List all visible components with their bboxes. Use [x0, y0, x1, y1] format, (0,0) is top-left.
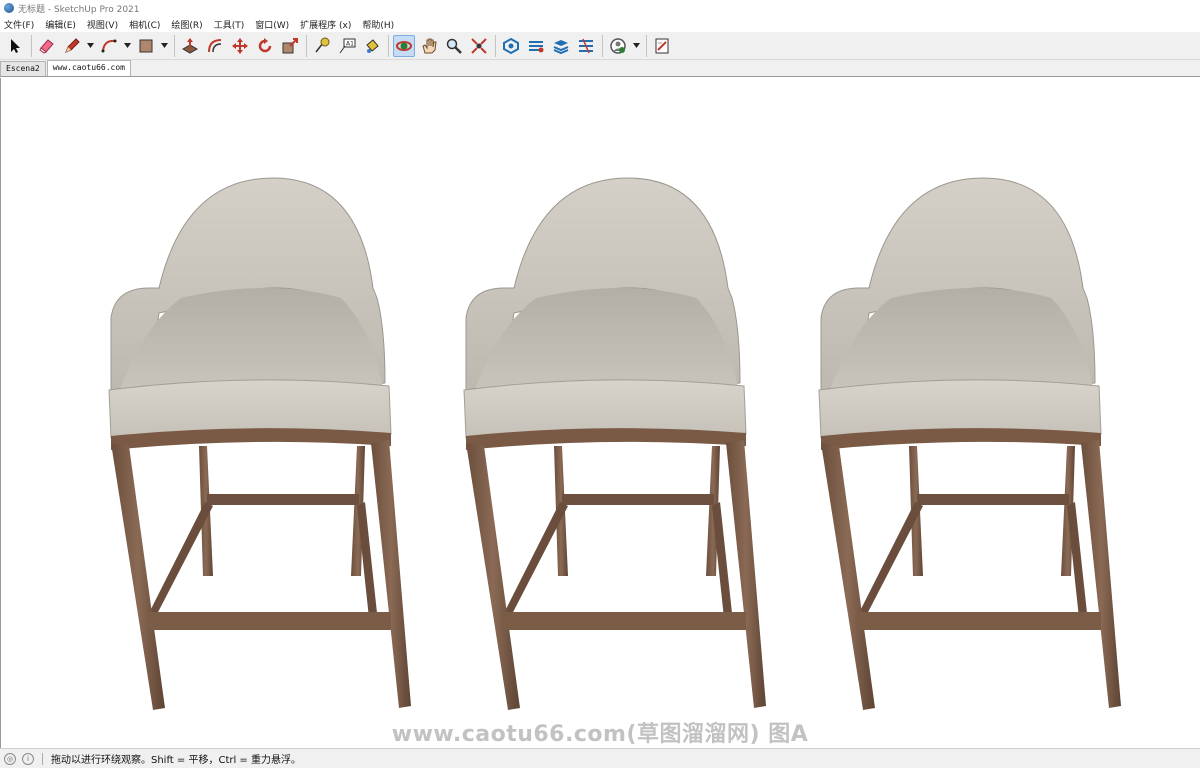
status-message: 拖动以进行环绕观察。Shift = 平移，Ctrl = 重力悬浮。 [51, 755, 301, 766]
profile-dropdown-icon[interactable] [632, 35, 640, 57]
geo-location-icon[interactable]: ◎ [4, 752, 16, 765]
text-tool-icon[interactable]: A1 [336, 35, 358, 57]
toolbar-separator [306, 34, 307, 57]
pencil-tool-icon[interactable] [61, 35, 83, 57]
scene-tab-escena2[interactable]: Escena2 [0, 61, 46, 76]
main-toolbar: A1 [0, 32, 1200, 60]
menu-bar: 文件(F) 编辑(E) 视图(V) 相机(C) 绘图(R) 工具(T) 窗口(W… [0, 16, 1200, 32]
menu-camera[interactable]: 相机(C) [129, 18, 160, 31]
menu-help[interactable]: 帮助(H) [362, 18, 394, 31]
warehouse-icon[interactable] [500, 35, 522, 57]
pencil-dropdown-icon[interactable] [86, 35, 94, 57]
push-pull-tool-icon[interactable] [179, 35, 201, 57]
bar-stool-left [108, 177, 412, 711]
eraser-tool-icon[interactable] [36, 35, 58, 57]
tape-measure-tool-icon[interactable] [311, 35, 333, 57]
status-bar: ◎ i 拖动以进行环绕观察。Shift = 平移，Ctrl = 重力悬浮。 [0, 748, 1200, 768]
extension-warehouse-icon[interactable] [525, 35, 547, 57]
toolbar-separator [602, 34, 603, 57]
send-to-layout-icon[interactable] [651, 35, 673, 57]
extension-manager-icon[interactable] [575, 35, 597, 57]
layout-icon[interactable] [550, 35, 572, 57]
menu-draw[interactable]: 绘图(R) [171, 18, 202, 31]
watermark-text: www.caotu66.com(草图溜溜网) 图A [391, 722, 809, 747]
svg-text:A1: A1 [346, 40, 354, 47]
move-tool-icon[interactable] [229, 35, 251, 57]
rectangle-dropdown-icon[interactable] [160, 35, 168, 57]
arc-tool-icon[interactable] [98, 35, 120, 57]
info-icon[interactable]: i [22, 752, 34, 765]
zoom-extents-tool-icon[interactable] [468, 35, 490, 57]
scene-tab-caotu66[interactable]: www.caotu66.com [46, 60, 131, 76]
offset-tool-icon[interactable] [204, 35, 226, 57]
status-separator [42, 752, 43, 765]
orbit-tool-icon[interactable] [393, 34, 415, 57]
toolbar-separator [31, 34, 32, 57]
window-title: 无标题 - SketchUp Pro 2021 [18, 4, 140, 15]
title-bar: 无标题 - SketchUp Pro 2021 [0, 0, 1200, 16]
menu-file[interactable]: 文件(F) [4, 18, 34, 31]
sketchup-logo-icon [4, 3, 14, 13]
bar-stool-right [818, 177, 1122, 711]
arc-dropdown-icon[interactable] [123, 35, 131, 57]
toolbar-separator [495, 34, 496, 57]
paint-bucket-tool-icon[interactable] [361, 35, 383, 57]
toolbar-separator [388, 34, 389, 57]
toolbar-separator [174, 34, 175, 57]
scene-tabs-bar: Escena2 www.caotu66.com [0, 60, 1200, 77]
menu-extensions[interactable]: 扩展程序 (x) [300, 18, 351, 31]
menu-tools[interactable]: 工具(T) [214, 18, 245, 31]
bar-stool-middle [463, 177, 767, 711]
profile-icon[interactable] [607, 35, 629, 57]
model-viewport[interactable] [0, 78, 1200, 748]
rotate-tool-icon[interactable] [254, 35, 276, 57]
menu-view[interactable]: 视图(V) [87, 18, 118, 31]
scale-tool-icon[interactable] [279, 35, 301, 57]
menu-edit[interactable]: 编辑(E) [45, 18, 76, 31]
pan-tool-icon[interactable] [418, 35, 440, 57]
bar-stools-model [108, 177, 1122, 711]
toolbar-separator [646, 34, 647, 57]
rectangle-tool-icon[interactable] [135, 35, 157, 57]
menu-window[interactable]: 窗口(W) [255, 18, 289, 31]
zoom-tool-icon[interactable] [443, 35, 465, 57]
select-tool-icon[interactable] [4, 35, 26, 57]
